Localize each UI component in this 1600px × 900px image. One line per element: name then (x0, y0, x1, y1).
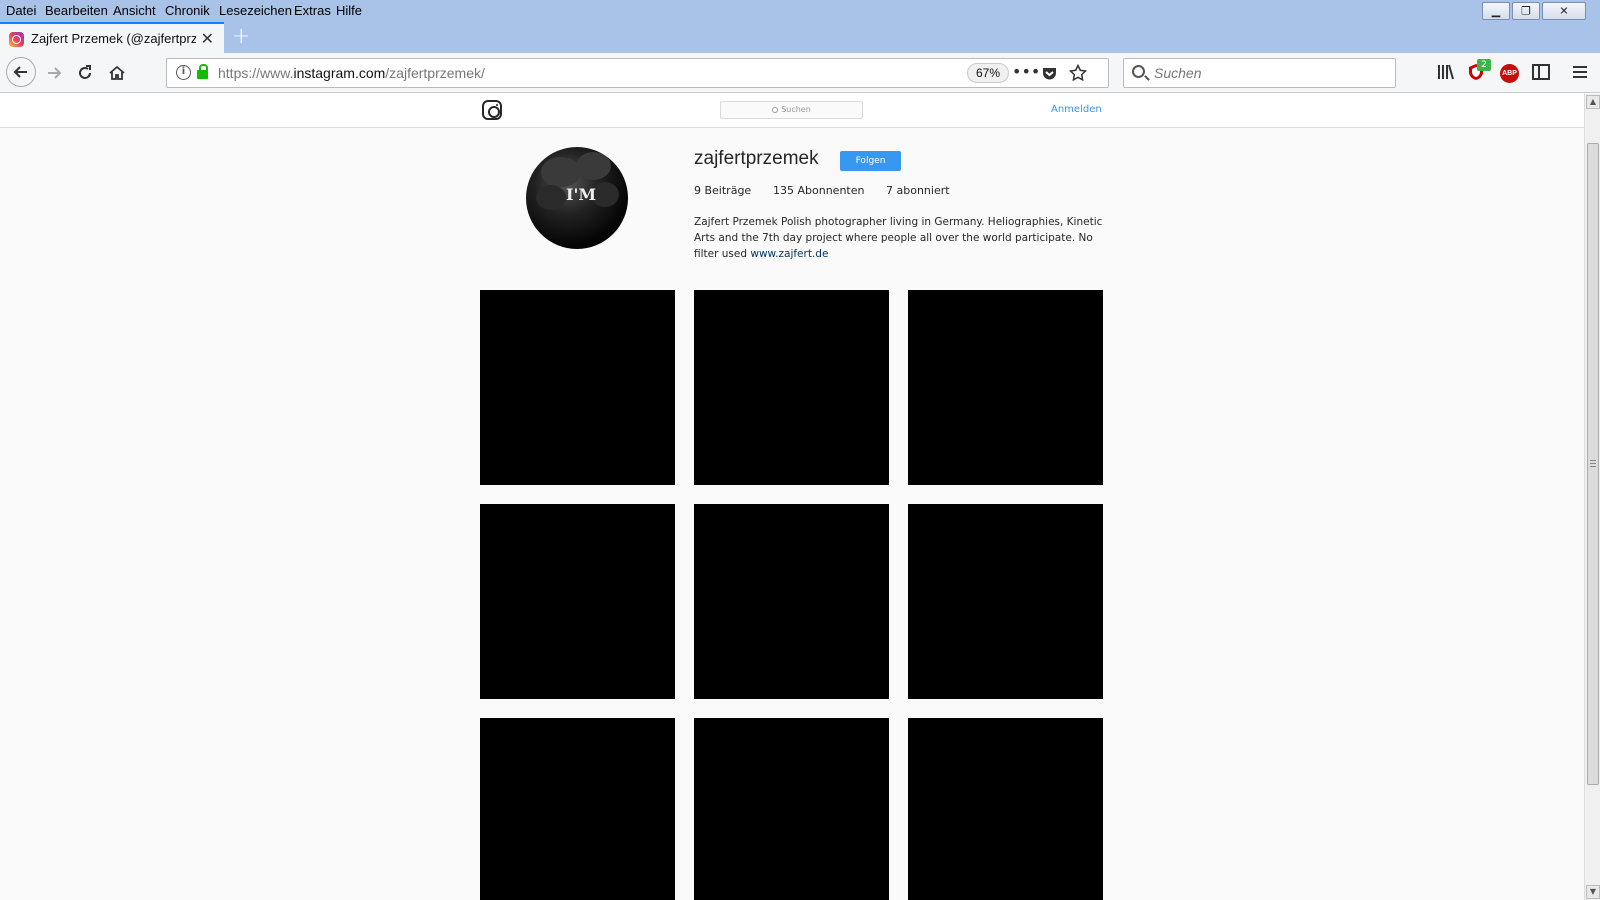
info-icon[interactable]: i (176, 65, 191, 80)
navigation-toolbar: i https://www.instagram.com/zajfertprzem… (0, 53, 1600, 93)
scroll-down-icon[interactable]: ▼ (1586, 885, 1600, 899)
profile-bio: Zajfert Przemek Polish photographer livi… (694, 214, 1104, 262)
search-placeholder: Suchen (1154, 65, 1202, 81)
post-thumbnail[interactable] (694, 504, 889, 699)
post-thumbnail[interactable] (480, 290, 675, 485)
follow-button[interactable]: Folgen (840, 151, 901, 171)
scrollbar-thumb[interactable] (1587, 143, 1599, 785)
instagram-search-input[interactable]: Suchen (720, 101, 863, 119)
post-thumbnail[interactable] (908, 504, 1103, 699)
search-bar[interactable]: Suchen (1123, 58, 1396, 88)
lock-icon[interactable] (197, 64, 208, 79)
followers-count[interactable]: 135 Abonnenten (773, 184, 864, 197)
forward-button[interactable] (40, 59, 68, 87)
instagram-search-label: Suchen (781, 105, 811, 114)
close-icon: ✕ (1559, 4, 1569, 18)
avatar-shape (541, 157, 581, 187)
tab-title: Zajfert Przemek (@zajfertprzem (31, 31, 196, 46)
menu-lesezeichen[interactable]: Lesezeichen (219, 3, 292, 18)
post-thumbnail[interactable] (694, 718, 889, 900)
restore-icon: ❐ (1521, 4, 1531, 18)
address-bar[interactable]: i https://www.instagram.com/zajfertprzem… (166, 58, 1109, 88)
restore-button[interactable]: ❐ (1512, 2, 1540, 20)
home-icon (109, 65, 125, 80)
menu-datei[interactable]: Datei (6, 3, 36, 18)
pocket-icon[interactable] (1041, 65, 1058, 82)
menu-hilfe[interactable]: Hilfe (336, 3, 362, 18)
search-icon (1132, 65, 1145, 78)
page-viewport: Suchen Anmelden I'M zajfertprzemek Folge… (0, 94, 1584, 900)
new-tab-button[interactable]: + (232, 24, 250, 49)
ublock-badge: 2 (1477, 59, 1491, 71)
forward-arrow-icon (48, 67, 62, 79)
close-window-button[interactable]: ✕ (1542, 2, 1586, 20)
sidebar-icon[interactable] (1532, 64, 1550, 80)
url-text[interactable]: https://www.instagram.com/zajfertprzemek… (218, 65, 485, 81)
library-icon[interactable] (1437, 64, 1455, 80)
posts-count: 9 Beiträge (694, 184, 752, 197)
reload-button[interactable] (71, 59, 99, 87)
avatar[interactable]: I'M (526, 147, 628, 249)
post-thumbnail[interactable] (694, 290, 889, 485)
menu-ansicht[interactable]: Ansicht (113, 3, 156, 18)
adblock-plus-icon[interactable]: ABP (1500, 64, 1519, 83)
instagram-favicon-icon (9, 32, 24, 47)
profile-username: zajfertprzemek (694, 148, 819, 169)
zoom-level-badge[interactable]: 67% (967, 63, 1010, 83)
instagram-logo-icon[interactable] (482, 100, 502, 120)
menu-extras[interactable]: Extras (294, 3, 331, 18)
tab-instagram[interactable]: Zajfert Przemek (@zajfertprzem ✕ (0, 22, 224, 53)
login-link[interactable]: Anmelden (1051, 104, 1102, 115)
avatar-text: I'M (566, 185, 597, 204)
back-button[interactable] (6, 57, 36, 87)
star-icon[interactable] (1069, 64, 1087, 82)
menu-bar: Datei Bearbeiten Ansicht Chronik Lesezei… (0, 0, 1600, 22)
avatar-shape (576, 152, 611, 180)
avatar-shape (536, 185, 566, 210)
home-button[interactable] (103, 59, 131, 87)
post-thumbnail[interactable] (480, 504, 675, 699)
minimize-icon: ▁ (1491, 4, 1501, 18)
post-thumbnail[interactable] (480, 718, 675, 900)
instagram-header: Suchen Anmelden (0, 94, 1584, 128)
hamburger-icon[interactable] (1572, 64, 1588, 80)
tab-close-icon[interactable]: ✕ (201, 29, 214, 48)
post-thumbnail[interactable] (908, 290, 1103, 485)
menu-chronik[interactable]: Chronik (165, 3, 210, 18)
tab-strip: Zajfert Przemek (@zajfertprzem ✕ + (0, 22, 1600, 53)
search-icon (772, 107, 779, 113)
vertical-scrollbar[interactable]: ▲ ▼ (1584, 94, 1600, 900)
post-thumbnail[interactable] (908, 718, 1103, 900)
back-arrow-icon (13, 66, 27, 78)
scroll-up-icon[interactable]: ▲ (1586, 95, 1600, 109)
more-dots-icon[interactable]: ••• (1012, 62, 1040, 81)
menu-bearbeiten[interactable]: Bearbeiten (45, 3, 108, 18)
window-controls: ▁ ❐ ✕ (1482, 2, 1586, 20)
following-count[interactable]: 7 abonniert (886, 184, 950, 197)
minimize-button[interactable]: ▁ (1482, 2, 1510, 20)
grip-icon (1590, 460, 1596, 467)
reload-icon (79, 65, 91, 79)
bio-link[interactable]: www.zajfert.de (750, 248, 828, 260)
